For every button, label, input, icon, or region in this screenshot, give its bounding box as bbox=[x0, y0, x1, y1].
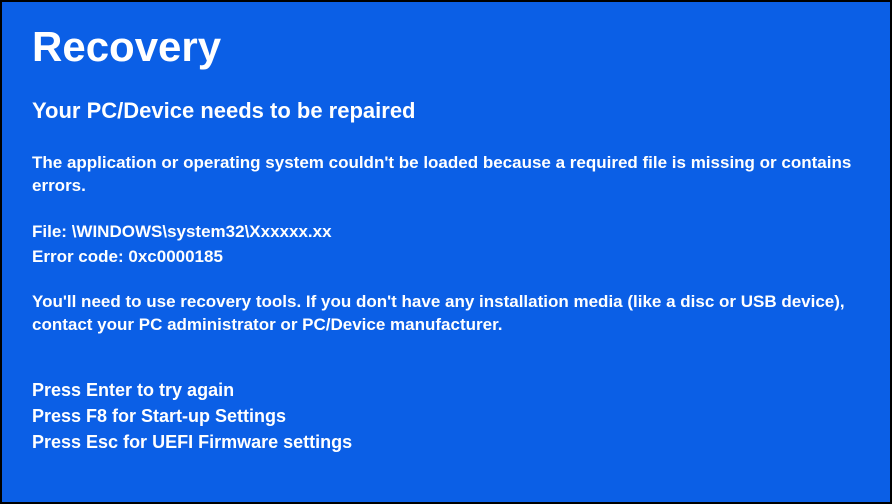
action-enter: Press Enter to try again bbox=[32, 377, 860, 403]
error-code-value: 0xc0000185 bbox=[128, 247, 223, 266]
error-subtitle: Your PC/Device needs to be repaired bbox=[32, 98, 860, 124]
file-label: File: bbox=[32, 222, 67, 241]
action-esc: Press Esc for UEFI Firmware settings bbox=[32, 429, 860, 455]
error-details: File: \WINDOWS\system32\Xxxxxx.xx Error … bbox=[32, 220, 860, 269]
error-code-label: Error code: bbox=[32, 247, 124, 266]
page-title: Recovery bbox=[32, 24, 860, 70]
file-path: \WINDOWS\system32\Xxxxxx.xx bbox=[72, 222, 332, 241]
key-actions: Press Enter to try again Press F8 for St… bbox=[32, 377, 860, 455]
recovery-instructions: You'll need to use recovery tools. If yo… bbox=[32, 291, 860, 337]
action-f8: Press F8 for Start-up Settings bbox=[32, 403, 860, 429]
error-message: The application or operating system coul… bbox=[32, 152, 852, 198]
